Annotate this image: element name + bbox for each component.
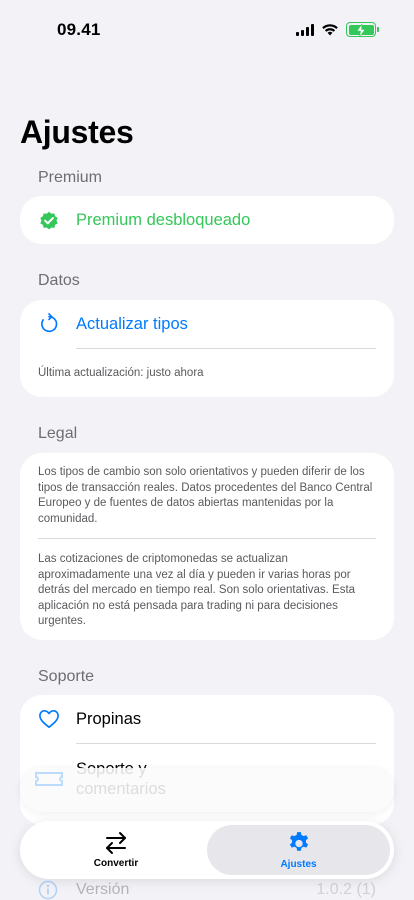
tab-ajustes[interactable]: Ajustes	[207, 825, 390, 875]
legal-card: Los tipos de cambio son solo orientativo…	[20, 453, 394, 640]
section-header-soporte: Soporte	[38, 668, 95, 685]
divider	[76, 348, 376, 349]
divider	[38, 538, 376, 539]
refresh-icon	[38, 313, 60, 335]
refresh-rates-label: Actualizar tipos	[76, 314, 188, 333]
premium-card: Premium desbloqueado	[20, 196, 394, 244]
legal-paragraph-rates: Los tipos de cambio son solo orientativo…	[38, 466, 373, 525]
version-label: Versión	[76, 881, 130, 898]
premium-unlocked-label: Premium desbloqueado	[76, 210, 251, 229]
wifi-icon	[322, 24, 338, 36]
divider	[76, 743, 376, 744]
tab-ajustes-label: Ajustes	[280, 859, 317, 870]
arrows-swap-icon	[106, 832, 126, 854]
tab-convertir-label: Convertir	[93, 858, 139, 869]
tab-convertir[interactable]: Convertir	[24, 825, 208, 875]
info-icon	[38, 880, 58, 900]
version-value: 1.0.2 (1)	[316, 881, 376, 898]
datos-card: Actualizar tipos Última actualización: j…	[20, 300, 394, 397]
cellular-signal-icon	[296, 23, 314, 36]
page-title: Ajustes	[20, 114, 134, 150]
last-update-text: Última actualización: justo ahora	[38, 367, 204, 379]
version-row: Versión 1.0.2 (1)	[38, 880, 378, 900]
status-bar: 09.41	[0, 0, 414, 60]
status-time: 09.41	[57, 20, 101, 39]
heart-icon	[38, 708, 60, 730]
legal-paragraph-crypto: Las cotizaciones de criptomonedas se act…	[38, 553, 356, 627]
premium-row[interactable]: Premium desbloqueado	[20, 196, 394, 244]
ticket-icon	[35, 772, 63, 786]
section-header-premium: Premium	[38, 169, 103, 186]
floating-overlay-strip	[20, 768, 394, 812]
tips-row[interactable]: Propinas	[20, 695, 394, 743]
battery-charging-icon	[346, 22, 379, 37]
section-header-datos: Datos	[38, 272, 80, 289]
gear-icon	[289, 832, 308, 851]
refresh-rates-button[interactable]: Actualizar tipos	[20, 300, 394, 348]
section-header-legal: Legal	[38, 425, 78, 442]
tips-label: Propinas	[76, 709, 142, 728]
tab-bar: Convertir Ajustes	[20, 821, 394, 879]
verified-badge-icon	[38, 209, 60, 231]
status-icons	[296, 22, 379, 37]
